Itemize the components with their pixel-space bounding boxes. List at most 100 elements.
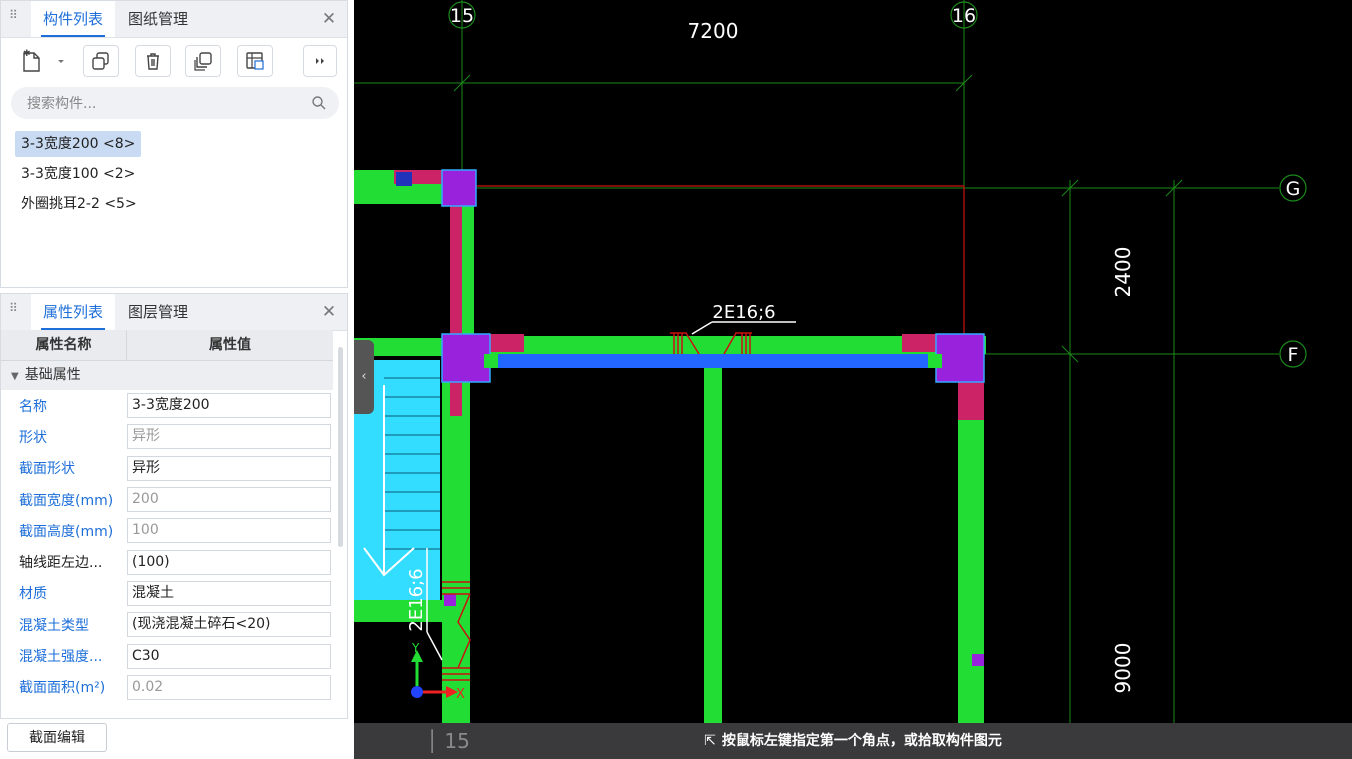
property-key: 名称 <box>19 398 47 415</box>
property-panel: ⠿ 属性列表 图层管理 ✕ 属性名称 属性值 ▼ 基础属性 名称 3-3宽度200 形… <box>0 293 348 719</box>
property-key: 形状 <box>19 429 47 446</box>
axis-bubbles <box>356 1 1307 368</box>
component-toolbar: ✱ <box>13 45 337 79</box>
property-tabbar: ⠿ 属性列表 图层管理 ✕ <box>1 294 347 331</box>
new-component-icon: ✱ <box>23 49 64 72</box>
property-value-field[interactable]: 0.02 <box>127 674 331 700</box>
drag-grip-icon[interactable]: ⠿ <box>9 9 19 27</box>
delete-icon <box>147 53 159 70</box>
dimension-2400: 2400 <box>1111 247 1135 298</box>
property-value-field[interactable]: 3-3宽度200 <box>127 393 331 419</box>
property-row[interactable]: 截面形状 异形 <box>1 453 333 484</box>
property-key: 截面形状 <box>19 461 75 478</box>
property-group[interactable]: ▼ 基础属性 <box>1 361 333 390</box>
axis-label-15: 15 <box>450 5 474 27</box>
copy-button[interactable] <box>83 45 119 77</box>
cursor-prompt-icon: ⇱ <box>704 733 716 749</box>
layer-copy-icon <box>246 52 264 70</box>
property-row[interactable]: 截面宽度(mm) 200 <box>1 484 333 515</box>
property-value-field[interactable]: 混凝土 <box>127 580 331 606</box>
more-icon <box>316 58 324 64</box>
axis-label-g-right: G <box>1286 178 1301 200</box>
duplicate-icon <box>194 52 212 71</box>
search-input[interactable] <box>25 87 289 121</box>
property-rows: 名称 3-3宽度200 形状 异形 截面形状 异形 截面宽度(mm) 200 截面高度(mm) 1… <box>1 390 333 703</box>
list-item[interactable]: 3-3宽度200 <8> <box>15 131 142 157</box>
svg-text:✱: ✱ <box>23 49 31 59</box>
property-value-field[interactable]: 异形 <box>127 455 331 481</box>
component-tabbar: ⠿ 构件列表 图纸管理 ✕ <box>1 1 347 38</box>
layer-copy-button[interactable] <box>237 45 273 77</box>
axis-label-16: 16 <box>952 5 976 27</box>
section-edit-button[interactable]: 截面编辑 <box>7 723 107 752</box>
cad-drawing[interactable]: 15 16 G G F 7200 2400 9000 <box>354 0 1352 759</box>
more-button[interactable] <box>303 45 337 77</box>
group-label: 基础属性 <box>24 367 81 383</box>
close-icon[interactable]: ✕ <box>319 302 339 322</box>
close-icon[interactable]: ✕ <box>319 9 339 29</box>
property-value-field[interactable]: C30 <box>127 643 331 669</box>
copy-icon <box>92 52 109 70</box>
list-item[interactable]: 外圈挑耳2-2 <5> <box>15 191 143 217</box>
columns <box>396 169 985 666</box>
property-scrollbar[interactable] <box>338 347 343 547</box>
property-row[interactable]: 截面高度(mm) 100 <box>1 515 333 546</box>
header-property-value: 属性值 <box>209 337 251 353</box>
new-component-button[interactable]: ✱ <box>13 45 71 77</box>
property-value-field[interactable]: (现浇混凝土碎石<20) <box>127 612 331 638</box>
drag-grip-icon[interactable]: ⠿ <box>9 302 19 320</box>
property-row[interactable]: 名称 3-3宽度200 <box>1 390 333 421</box>
property-key: 混凝土强度... <box>19 649 103 666</box>
dimension-7200: 7200 <box>688 19 739 43</box>
property-value-field[interactable]: 100 <box>127 518 331 544</box>
rebar-label-vertical: 2E16;6 <box>406 568 427 631</box>
delete-button[interactable] <box>135 45 171 77</box>
property-value-field[interactable]: (100) <box>127 549 331 575</box>
status-text: 按鼠标左键指定第一个角点，或拾取构件图元 <box>721 733 1002 749</box>
property-row[interactable]: 截面面积(m²) 0.02 <box>1 672 333 703</box>
chevron-left-icon: ‹ <box>361 369 367 384</box>
tab-component-list[interactable]: 构件列表 <box>31 1 116 37</box>
property-key: 轴线距左边... <box>19 555 103 572</box>
collapse-panel-handle[interactable]: ‹ <box>354 340 374 414</box>
collapse-triangle-icon[interactable]: ▼ <box>11 371 19 382</box>
red-axis-lines <box>354 185 965 354</box>
axis-label-15-bottom: │ 15 <box>426 729 470 753</box>
property-key: 截面宽度(mm) <box>19 492 114 509</box>
beams <box>354 170 986 723</box>
component-list-panel: ⠿ 构件列表 图纸管理 ✕ ✱ 搜索构件... 3-3宽度200 <8> 3-3… <box>0 0 348 288</box>
property-key: 截面高度(mm) <box>19 523 114 540</box>
blue-beam <box>492 354 932 368</box>
property-row[interactable]: 材质 混凝土 <box>1 578 333 609</box>
duplicate-button[interactable] <box>185 45 221 77</box>
property-table-header: 属性名称 属性值 <box>1 330 333 361</box>
svg-text:Y: Y <box>411 641 420 655</box>
property-key: 截面面积(m²) <box>19 680 106 697</box>
axis-label-f: F <box>1288 344 1299 366</box>
tab-layer-management[interactable]: 图层管理 <box>116 294 200 330</box>
dropdown-arrow-icon <box>58 60 64 63</box>
property-row[interactable]: 形状 异形 <box>1 421 333 452</box>
dimension-9000: 9000 <box>1111 643 1135 694</box>
grid-lines <box>354 0 1279 759</box>
tab-property-list[interactable]: 属性列表 <box>31 294 116 330</box>
property-table: 属性名称 属性值 ▼ 基础属性 名称 3-3宽度200 形状 异形 截面形状 异形 截面宽度(… <box>1 330 333 703</box>
tab-drawing-management[interactable]: 图纸管理 <box>116 1 200 37</box>
property-row[interactable]: 混凝土类型 (现浇混凝土碎石<20) <box>1 609 333 640</box>
status-bar: │ 15 ⇱ 按鼠标左键指定第一个角点，或拾取构件图元 <box>354 723 1352 759</box>
property-value-field[interactable]: 200 <box>127 487 331 513</box>
property-row[interactable]: 混凝土强度... C30 <box>1 640 333 671</box>
drawing-canvas[interactable]: 15 16 G G F 7200 2400 9000 <box>354 0 1352 759</box>
property-row[interactable]: 轴线距左边... (100) <box>1 546 333 577</box>
rebar-label-horizontal: 2E16;6 <box>712 302 775 323</box>
search-icon[interactable] <box>311 95 327 111</box>
component-list: 3-3宽度200 <8> 3-3宽度100 <2> 外圈挑耳2-2 <5> <box>15 131 337 221</box>
property-value-field[interactable]: 异形 <box>127 424 331 450</box>
property-key: 混凝土类型 <box>19 617 89 634</box>
list-item[interactable]: 3-3宽度100 <2> <box>15 161 141 187</box>
component-search-box[interactable] <box>11 87 339 121</box>
left-panel: ⠿ 构件列表 图纸管理 ✕ ✱ 搜索构件... 3-3宽度200 <8> 3-3… <box>0 0 354 759</box>
header-property-name: 属性名称 <box>1 330 127 360</box>
property-key: 材质 <box>19 586 47 603</box>
svg-text:X: X <box>456 687 465 702</box>
